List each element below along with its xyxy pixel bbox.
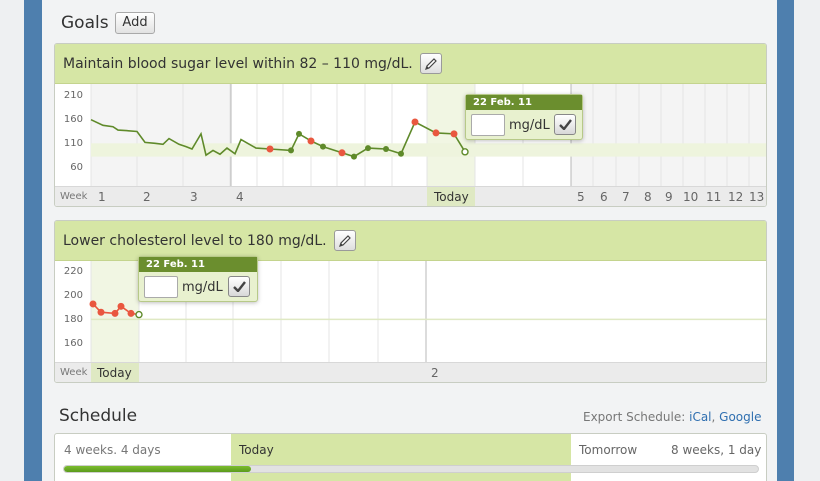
remaining-duration: 8 weeks, 1 day [671,443,762,457]
out-of-range-point [97,308,105,316]
schedule-progress-fill [64,466,252,472]
log-reading-popup: 22 Feb. 11 mg/dL [465,94,583,140]
right-frame-border [777,0,794,481]
out-of-range-point [411,118,419,126]
today-label: Today [434,190,469,204]
week-number: 9 [665,190,673,204]
unit-label: mg/dL [509,118,550,133]
out-of-range-point [127,309,135,317]
log-reading-popup: 22 Feb. 11 mg/dL [138,256,258,302]
goal-card-header: Maintain blood sugar level within 82 – 1… [55,44,766,84]
past-duration: 4 weeks. 4 days [64,443,161,457]
week-number: 7 [622,190,630,204]
out-of-range-point [117,302,125,310]
left-frame-border [24,0,42,481]
out-of-range-point [450,130,458,138]
week-number: 13 [749,190,765,204]
schedule-progress-track [63,465,759,473]
data-point [365,145,371,152]
edit-goal-button[interactable] [420,53,442,74]
unit-label: mg/dL [182,280,223,295]
out-of-range-point [432,129,440,137]
past-weeks-region [91,84,231,186]
export-ical-link[interactable]: iCal [689,410,711,424]
goal-card-blood-sugar: Maintain blood sugar level within 82 – 1… [54,43,767,207]
blood-sugar-chart [90,84,766,186]
confirm-reading-button[interactable] [228,276,250,297]
schedule-heading: Schedule [59,406,138,426]
pencil-icon [339,234,351,247]
export-label: Export Schedule: [583,410,686,424]
out-of-range-point [266,145,274,153]
goals-heading: Goals [61,13,109,33]
checkmark-icon [232,281,246,292]
checkmark-icon [558,119,572,130]
export-schedule: Export Schedule: iCal, Google [583,410,762,424]
week-number: 8 [644,190,652,204]
week-number: 5 [577,190,585,204]
popup-date: 22 Feb. 11 [466,95,582,110]
week-number: 4 [236,190,244,204]
week-number: 11 [706,190,722,204]
tomorrow-label: Tomorrow [579,443,638,457]
confirm-reading-button[interactable] [554,114,576,135]
out-of-range-point [338,149,346,157]
week-axis-label: Week [60,191,88,202]
data-point [351,153,357,160]
data-point [398,150,404,157]
week-axis: Week Today 2 [55,362,766,382]
data-point [320,143,326,150]
pencil-icon [425,57,437,70]
goal-card-header: Lower cholesterol level to 180 mg/dL. [55,221,766,261]
data-point [383,146,389,153]
goal-card-cholesterol: Lower cholesterol level to 180 mg/dL. 22… [54,220,767,383]
data-point [296,130,302,137]
latest-point [135,310,143,319]
today-segment [231,434,571,481]
popup-date: 22 Feb. 11 [139,257,257,272]
today-label: Today [239,443,274,457]
week-number: 2 [143,190,151,204]
data-point [288,147,294,154]
week-number: 10 [683,190,699,204]
week-number: 12 [728,190,744,204]
goal-title: Lower cholesterol level to 180 mg/dL. [63,233,327,249]
week-axis: Week 1 2 3 4 Today 5 6 7 8 9 10 11 12 13 [55,186,766,206]
export-google-link[interactable]: Google [719,410,761,424]
reading-input[interactable] [144,276,178,298]
target-range-band [91,143,766,157]
today-label: Today [97,366,132,380]
week-number: 2 [431,366,439,380]
schedule-timeline: 4 weeks. 4 days Today Tomorrow 8 weeks, … [54,433,767,481]
add-goal-button[interactable]: Add [115,12,155,34]
edit-goal-button[interactable] [334,230,356,251]
week-number: 1 [98,190,106,204]
latest-point [461,148,469,156]
week-axis-label: Week [60,367,88,378]
out-of-range-point [307,137,315,145]
reading-input[interactable] [471,114,505,136]
week-number: 3 [190,190,198,204]
goal-title: Maintain blood sugar level within 82 – 1… [63,56,413,72]
out-of-range-point [89,300,97,308]
out-of-range-point [111,309,119,317]
week-number: 6 [600,190,608,204]
future-weeks-region [571,84,766,186]
